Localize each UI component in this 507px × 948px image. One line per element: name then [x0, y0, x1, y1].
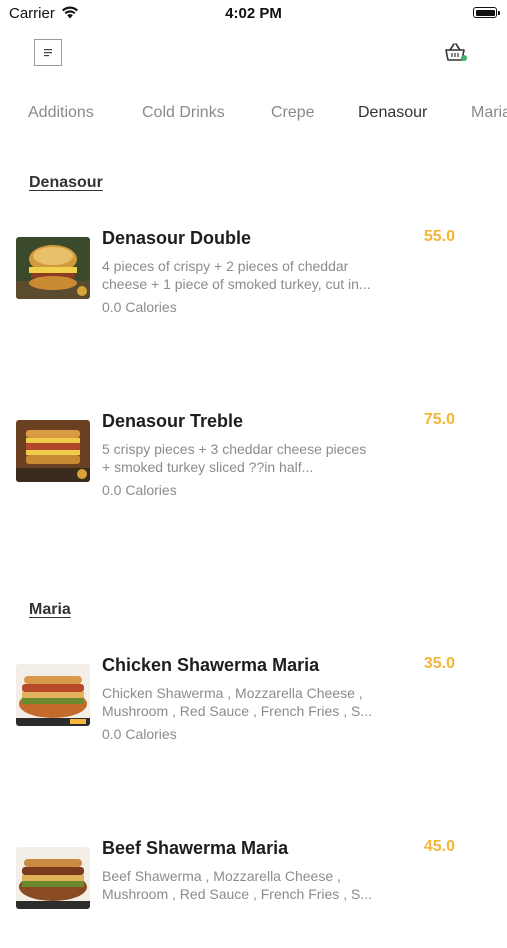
- tab-crepe[interactable]: Crepe: [271, 104, 315, 122]
- shopping-basket-icon: [443, 43, 469, 69]
- item-description: 4 pieces of crispy + 2 pieces of cheddar…: [102, 258, 371, 292]
- menu-item[interactable]: Denasour Double 55.0 4 pieces of crispy …: [0, 228, 507, 338]
- menu-item[interactable]: Denasour Treble 75.0 5 crispy pieces + 3…: [0, 411, 507, 521]
- item-price: 75.0: [423, 411, 455, 428]
- tab-denasour[interactable]: Denasour: [358, 104, 427, 122]
- tab-maria[interactable]: Maria: [471, 104, 507, 122]
- item-description: 5 crispy pieces + 3 cheddar cheese piece…: [102, 441, 367, 475]
- item-price: 45.0: [423, 838, 455, 855]
- item-image: [16, 664, 90, 726]
- item-description: Beef Shawerma , Mozzarella Cheese , Mush…: [102, 868, 372, 902]
- item-name: Chicken Shawerma Maria: [102, 655, 320, 675]
- menu-item[interactable]: Chicken Shawerma Maria 35.0 Chicken Shaw…: [0, 655, 507, 765]
- menu-button[interactable]: [34, 39, 62, 66]
- clock-time: 4:02 PM: [225, 5, 282, 22]
- item-calories: 0.0 Calories: [102, 299, 177, 315]
- item-description: Chicken Shawerma , Mozzarella Cheese , M…: [102, 685, 372, 719]
- category-tabs: Additions Cold Drinks Crepe Denasour Mar…: [0, 104, 507, 130]
- menu-icon: [43, 44, 53, 62]
- item-image: [16, 237, 90, 299]
- status-bar: Carrier 4:02 PM: [0, 0, 507, 28]
- item-name: Denasour Treble: [102, 411, 244, 431]
- item-name: Denasour Double: [102, 228, 252, 248]
- cart-button[interactable]: [443, 41, 469, 65]
- item-price: 35.0: [423, 655, 455, 672]
- item-calories: 0.0 Calories: [102, 726, 177, 742]
- menu-item[interactable]: Beef Shawerma Maria 45.0 Beef Shawerma ,…: [0, 838, 507, 948]
- item-image: [16, 420, 90, 482]
- item-calories: 0.0 Calories: [102, 482, 177, 498]
- tab-cold-drinks[interactable]: Cold Drinks: [142, 104, 225, 122]
- item-name: Beef Shawerma Maria: [102, 838, 289, 858]
- section-title-maria: Maria: [29, 601, 71, 618]
- tab-additions[interactable]: Additions: [28, 104, 94, 122]
- item-price: 55.0: [423, 228, 455, 245]
- battery-icon: [473, 7, 500, 18]
- section-title-denasour: Denasour: [29, 174, 103, 191]
